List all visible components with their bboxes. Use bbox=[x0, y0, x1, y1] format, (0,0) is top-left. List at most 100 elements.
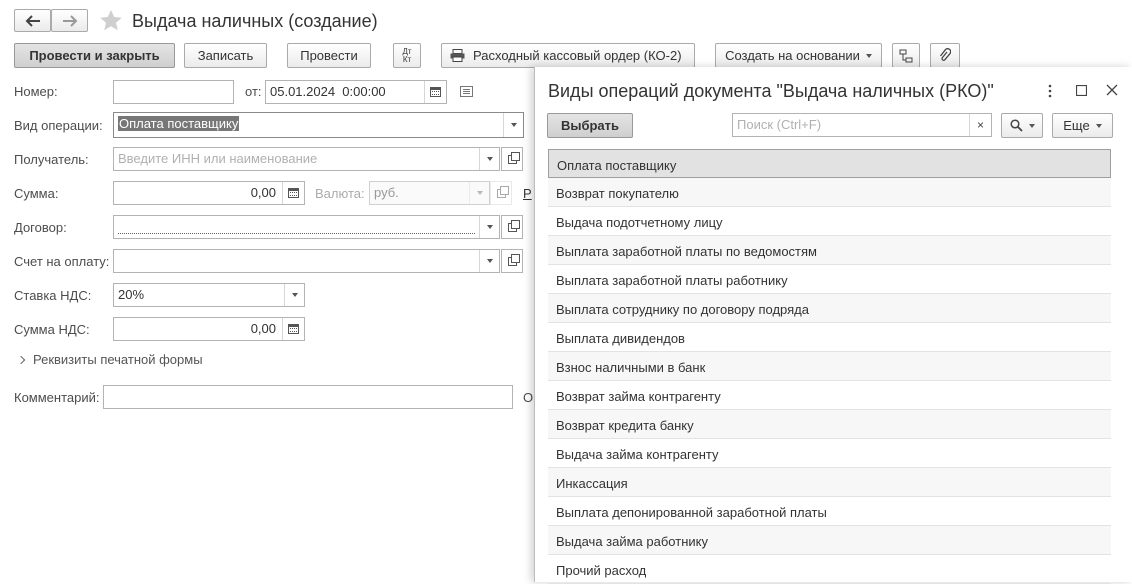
vat-sum-calculator-button[interactable] bbox=[282, 318, 304, 340]
date-value: 05.01.2024 0:00:00 bbox=[270, 84, 386, 99]
number-field[interactable] bbox=[113, 80, 234, 104]
operation-select[interactable]: Оплата поставщику bbox=[113, 112, 524, 138]
currency-rate-link[interactable]: Р bbox=[523, 186, 532, 201]
list-item[interactable]: Инкассация bbox=[548, 468, 1111, 497]
list-item[interactable]: Выдача подотчетному лицу bbox=[548, 207, 1111, 236]
recipient-open-button[interactable] bbox=[501, 147, 523, 171]
currency-value: руб. bbox=[374, 185, 399, 200]
list-item[interactable]: Выдача займа работнику bbox=[548, 526, 1111, 555]
create-based-on-label: Создать на основании bbox=[725, 48, 860, 63]
more-button[interactable]: Еще bbox=[1052, 113, 1113, 138]
list-item[interactable]: Выдача займа контрагенту bbox=[548, 439, 1111, 468]
post-and-close-button[interactable]: Провести и закрыть bbox=[14, 43, 175, 68]
sum-value: 0,00 bbox=[250, 185, 276, 200]
create-based-on-button[interactable]: Создать на основании bbox=[715, 43, 882, 68]
recipient-label: Получатель: bbox=[14, 152, 89, 167]
maximize-icon[interactable] bbox=[1076, 85, 1087, 96]
calculator-icon bbox=[288, 188, 299, 198]
contract-dropdown-button[interactable] bbox=[479, 216, 499, 238]
vat-sum-input[interactable]: 0,00 bbox=[113, 317, 305, 341]
operation-types-popup: Виды операций документа "Выдача наличных… bbox=[534, 67, 1132, 584]
print-details-toggle[interactable]: Реквизиты печатной формы bbox=[16, 352, 203, 367]
close-icon[interactable] bbox=[1106, 84, 1118, 96]
vat-rate-dropdown-button[interactable] bbox=[284, 284, 304, 306]
comment-input[interactable] bbox=[103, 385, 513, 409]
sum-input[interactable]: 0,00 bbox=[113, 181, 305, 205]
chevron-down-icon bbox=[1028, 123, 1035, 128]
list-item[interactable]: Выплата заработной платы по ведомостям bbox=[548, 236, 1111, 265]
arrow-left-icon bbox=[25, 14, 40, 27]
comment-label: Комментарий: bbox=[14, 390, 100, 405]
page-title: Выдача наличных (создание) bbox=[132, 11, 378, 31]
open-icon bbox=[507, 219, 520, 232]
list-item[interactable]: Возврат кредита банку bbox=[548, 410, 1111, 439]
open-icon bbox=[507, 151, 520, 164]
list-item[interactable]: Возврат покупателю bbox=[548, 178, 1111, 207]
recipient-placeholder: Введите ИНН или наименование bbox=[118, 151, 318, 166]
search-options-button[interactable] bbox=[1001, 113, 1043, 138]
operation-value: Оплата поставщику bbox=[118, 116, 240, 131]
history-icon[interactable] bbox=[460, 86, 473, 97]
clear-search-icon[interactable]: × bbox=[969, 114, 991, 136]
chevron-down-icon bbox=[865, 53, 872, 58]
required-underline bbox=[118, 233, 475, 234]
invoice-label: Счет на оплату: bbox=[14, 254, 110, 269]
save-button[interactable]: Записать bbox=[184, 43, 267, 68]
vat-sum-value: 0,00 bbox=[250, 321, 276, 336]
list-item[interactable]: Оплата поставщику bbox=[548, 149, 1111, 178]
recipient-input[interactable]: Введите ИНН или наименование bbox=[113, 147, 500, 171]
calendar-button[interactable] bbox=[424, 81, 446, 103]
more-vertical-icon[interactable] bbox=[1047, 84, 1053, 98]
chevron-right-icon bbox=[16, 355, 26, 365]
structure-icon bbox=[899, 49, 913, 62]
list-item[interactable]: Прочий расход bbox=[548, 555, 1111, 584]
invoice-input[interactable] bbox=[113, 249, 500, 273]
recipient-dropdown-button[interactable] bbox=[479, 148, 499, 170]
currency-open-button[interactable] bbox=[490, 181, 512, 205]
invoice-dropdown-button[interactable] bbox=[479, 250, 499, 272]
back-button[interactable] bbox=[14, 9, 51, 32]
calendar-icon bbox=[430, 87, 441, 97]
date-label: от: bbox=[245, 84, 262, 99]
vat-sum-label: Сумма НДС: bbox=[14, 322, 90, 337]
list-item[interactable]: Взнос наличными в банк bbox=[548, 352, 1111, 381]
print-order-label: Расходный кассовый ордер (КО-2) bbox=[473, 48, 682, 63]
contract-open-button[interactable] bbox=[501, 215, 523, 239]
sum-label: Сумма: bbox=[14, 186, 59, 201]
currency-label: Валюта: bbox=[315, 186, 365, 201]
operation-dropdown-button[interactable] bbox=[503, 113, 523, 137]
list-item[interactable]: Выплата дивидендов bbox=[548, 323, 1111, 352]
contract-label: Договор: bbox=[14, 220, 67, 235]
dt-kt-button[interactable]: Дт Кт bbox=[393, 43, 421, 68]
more-label: Еще bbox=[1063, 118, 1090, 133]
attach-file-button[interactable] bbox=[930, 43, 960, 68]
search-icon bbox=[1009, 119, 1023, 132]
currency-select[interactable]: руб. bbox=[369, 181, 490, 205]
forward-button[interactable] bbox=[51, 9, 88, 32]
vat-rate-label: Ставка НДС: bbox=[14, 288, 92, 303]
print-order-button[interactable]: Расходный кассовый ордер (КО-2) bbox=[441, 43, 695, 68]
post-button[interactable]: Провести bbox=[287, 43, 371, 68]
list-item[interactable]: Возврат займа контрагенту bbox=[548, 381, 1111, 410]
invoice-open-button[interactable] bbox=[501, 249, 523, 273]
arrow-right-icon bbox=[62, 14, 77, 27]
calculator-icon bbox=[288, 324, 299, 334]
favorite-star-icon[interactable] bbox=[99, 9, 123, 32]
operation-label: Вид операции: bbox=[14, 118, 103, 133]
date-field[interactable]: 05.01.2024 0:00:00 bbox=[265, 80, 447, 104]
printer-icon bbox=[450, 49, 465, 62]
list-item[interactable]: Выплата заработной платы работнику bbox=[548, 265, 1111, 294]
structure-button[interactable] bbox=[892, 43, 920, 68]
sum-calculator-button[interactable] bbox=[282, 182, 304, 204]
list-item[interactable]: Выплата депонированной заработной платы bbox=[548, 497, 1111, 526]
number-label: Номер: bbox=[14, 84, 58, 99]
paperclip-icon bbox=[939, 48, 951, 61]
currency-dropdown-button[interactable] bbox=[469, 182, 489, 204]
contract-input[interactable] bbox=[113, 215, 500, 239]
select-button[interactable]: Выбрать bbox=[547, 113, 633, 138]
vat-rate-select[interactable]: 20% bbox=[113, 283, 305, 307]
dt-kt-icon: Дт Кт bbox=[402, 46, 412, 64]
print-details-label: Реквизиты печатной формы bbox=[33, 352, 203, 367]
list-item[interactable]: Выплата сотруднику по договору подряда bbox=[548, 294, 1111, 323]
search-input[interactable]: Поиск (Ctrl+F) × bbox=[732, 113, 992, 137]
